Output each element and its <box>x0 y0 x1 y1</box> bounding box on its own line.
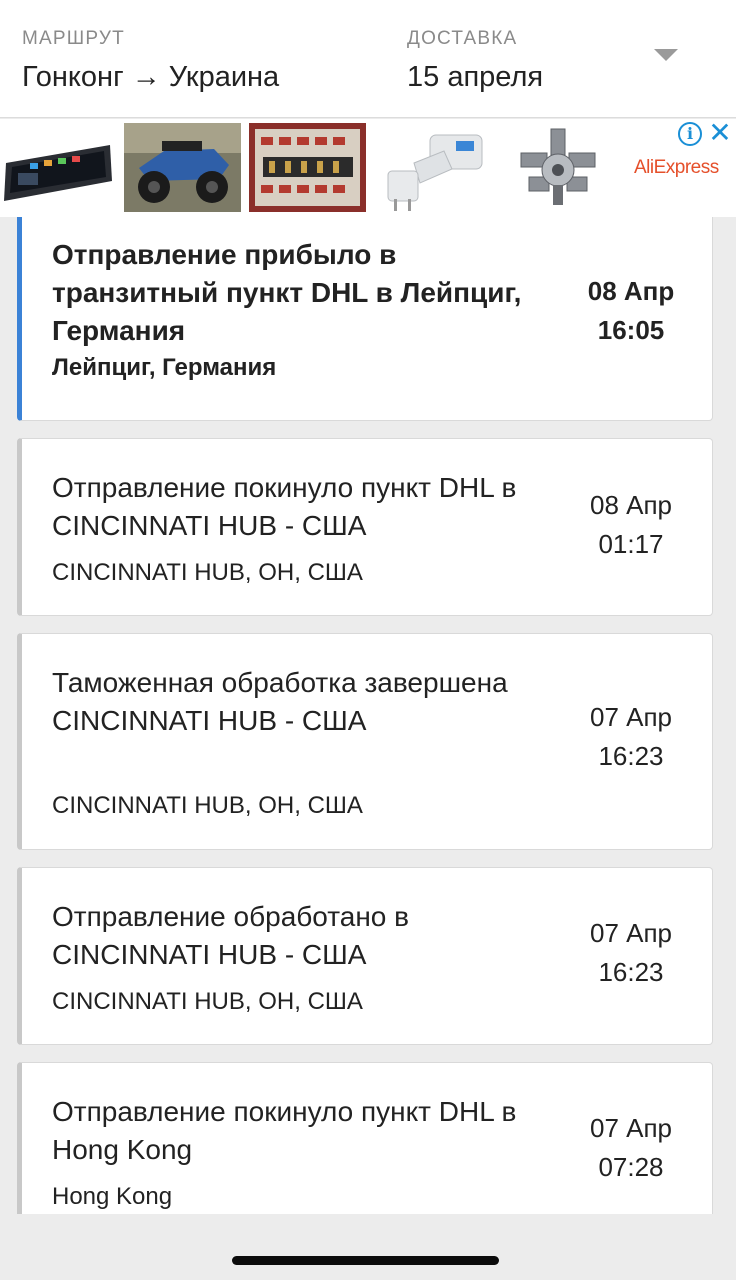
event-datetime: 07 Апр 07:28 <box>576 1109 686 1187</box>
ad-info-icon[interactable]: i <box>678 122 702 146</box>
ad-product-amplifier-board[interactable] <box>249 123 366 212</box>
tracking-events-list[interactable]: Отправление прибыло в транзитный пункт D… <box>0 217 736 1214</box>
event-time: 16:23 <box>598 957 664 987</box>
event-time: 16:23 <box>598 741 664 771</box>
event-date: 08 Апр <box>589 490 673 520</box>
tracking-event-card[interactable]: Отправление покинуло пункт DHL в CINCINN… <box>17 438 713 616</box>
ad-product-rc-buggy-car[interactable] <box>124 123 241 212</box>
event-location: CINCINNATI HUB, OH, США <box>52 559 363 586</box>
event-time: 07:28 <box>598 1152 664 1182</box>
event-date: 07 Апр <box>589 702 673 732</box>
tracking-event-card[interactable]: Таможенная обработка завершена CINCINNAT… <box>17 633 713 850</box>
event-location: Hong Kong <box>52 1183 173 1210</box>
route-block: МАРШРУТ Гонконг → Украина <box>22 28 279 94</box>
ad-product-radial-engine-model[interactable] <box>499 123 616 212</box>
route-value: Гонконг → Украина <box>22 61 280 93</box>
event-title: Отправление покинуло пункт DHL в Hong Ko… <box>52 1096 517 1165</box>
ad-brand-logo[interactable]: AliExpress <box>634 157 719 179</box>
tracking-event-card[interactable]: Отправление обработано в CINCINNATI HUB … <box>17 867 713 1045</box>
event-datetime: 07 Апр 16:23 <box>576 698 686 776</box>
delivery-value: 15 апреля <box>407 61 544 93</box>
event-date: 08 Апр <box>587 276 675 306</box>
event-location: Лейпциг, Германия <box>52 354 277 381</box>
event-time: 16:05 <box>597 315 665 345</box>
tracking-event-card[interactable]: Отправление покинуло пункт DHL в Hong Ko… <box>17 1062 713 1214</box>
route-label: МАРШРУТ <box>22 28 125 49</box>
event-title: Отправление покинуло пункт DHL в CINCINN… <box>52 472 517 541</box>
ad-banner[interactable] <box>0 119 736 217</box>
home-indicator[interactable] <box>232 1256 499 1265</box>
event-date: 07 Апр <box>589 918 673 948</box>
chevron-down-icon[interactable] <box>654 49 678 61</box>
event-time: 01:17 <box>598 529 664 559</box>
event-datetime: 07 Апр 16:23 <box>576 914 686 992</box>
ad-product-power-socket-adapter[interactable] <box>374 123 491 212</box>
event-datetime: 08 Апр 16:05 <box>576 272 686 350</box>
route-header: МАРШРУТ Гонконг → Украина ДОСТАВКА 15 ап… <box>0 0 736 118</box>
ad-close-icon[interactable]: ✕ <box>708 118 732 148</box>
event-location: CINCINNATI HUB, OH, США <box>52 988 363 1015</box>
delivery-block: ДОСТАВКА 15 апреля <box>407 28 543 94</box>
event-title: Отправление прибыло в транзитный пункт D… <box>52 239 522 346</box>
tracking-event-card[interactable]: Отправление прибыло в транзитный пункт D… <box>17 217 713 421</box>
event-title: Таможенная обработка завершена CINCINNAT… <box>52 667 508 736</box>
event-title: Отправление обработано в CINCINNATI HUB … <box>52 901 410 970</box>
event-datetime: 08 Апр 01:17 <box>576 486 686 564</box>
event-location: CINCINNATI HUB, OH, США <box>52 792 363 819</box>
event-date: 07 Апр <box>589 1113 673 1143</box>
delivery-label: ДОСТАВКА <box>407 28 518 49</box>
ad-product-car-dvr-mirror[interactable] <box>0 123 117 212</box>
